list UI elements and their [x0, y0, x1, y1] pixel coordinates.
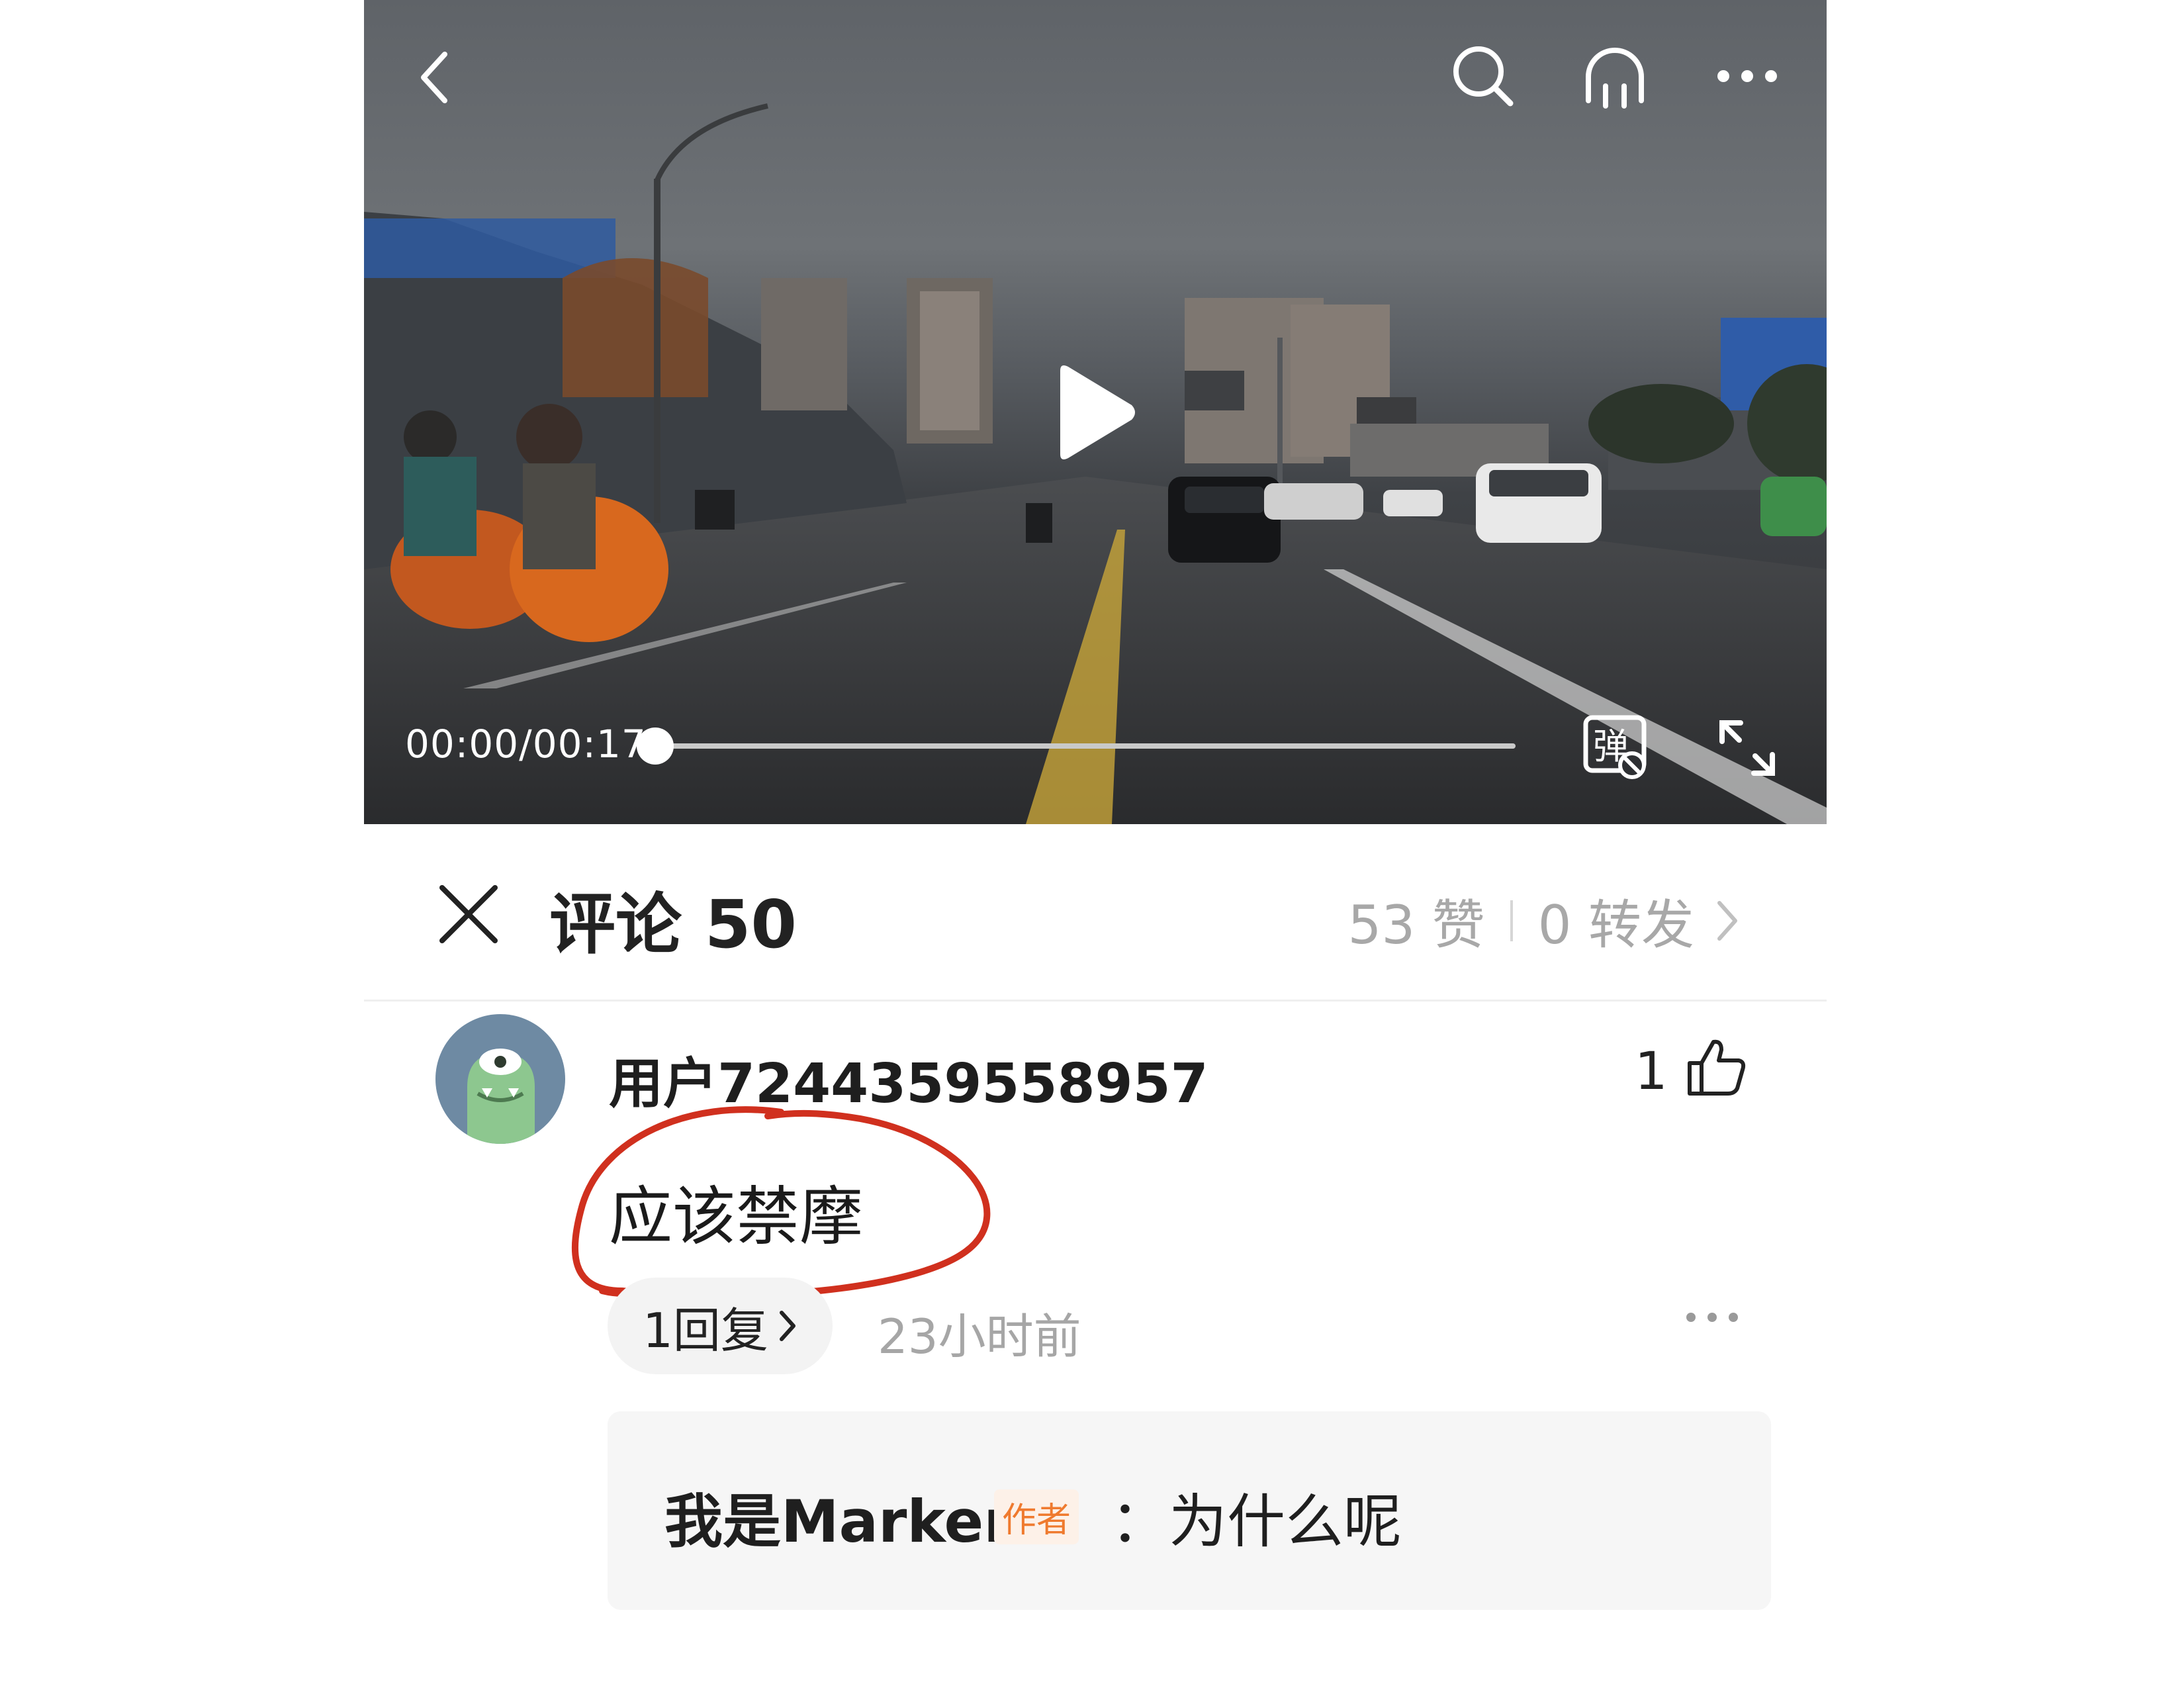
- play-icon[interactable]: [1052, 363, 1138, 462]
- author-badge: 作者: [994, 1489, 1079, 1544]
- fullscreen-icon[interactable]: [1714, 715, 1780, 781]
- comment-like-count: 1: [1635, 1042, 1668, 1102]
- back-arrow-icon[interactable]: [416, 48, 455, 107]
- chevron-right-icon: [1717, 901, 1737, 941]
- comment-more-options-icon[interactable]: [1684, 1309, 1740, 1325]
- comment-item: 用户7244359558957 1 应该禁摩 1回复 23小时前 我是Marke…: [364, 1000, 1827, 1688]
- page: 00:00/00:17 弹 评论 50 53 赞 0 转发 用户72443595…: [364, 0, 1827, 1688]
- close-icon[interactable]: [437, 882, 500, 946]
- forwards-count: 0 转发: [1537, 894, 1694, 956]
- search-icon[interactable]: [1449, 42, 1516, 109]
- reply-author[interactable]: 我是Marker: [664, 1475, 1013, 1559]
- chevron-right-icon: [779, 1311, 796, 1341]
- progress-knob[interactable]: [637, 727, 674, 765]
- danmaku-toggle-icon[interactable]: 弹: [1582, 714, 1648, 780]
- comment-timestamp: 23小时前: [878, 1309, 1081, 1364]
- reply-count-label: 1回复: [643, 1302, 768, 1358]
- reply-text: ：为什么呢: [1111, 1487, 1402, 1556]
- reply-preview[interactable]: 我是Marker 作者 ：为什么呢: [608, 1411, 1771, 1610]
- view-replies-button[interactable]: 1回复: [608, 1278, 833, 1374]
- comment-header: 评论 50 53 赞 0 转发: [364, 824, 1827, 1002]
- more-options-icon[interactable]: [1714, 66, 1780, 86]
- comment-count-title: 评论 50: [549, 886, 797, 963]
- video-player[interactable]: 00:00/00:17 弹: [364, 0, 1827, 824]
- post-stats[interactable]: 53 赞 0 转发: [1347, 882, 1741, 959]
- progress-bar[interactable]: [637, 727, 1516, 765]
- time-readout: 00:00/00:17: [405, 722, 647, 767]
- likes-count: 53 赞: [1347, 894, 1485, 956]
- headphones-icon[interactable]: [1582, 42, 1648, 111]
- stat-divider: [1510, 900, 1513, 941]
- thumb-up-icon[interactable]: [1684, 1035, 1748, 1099]
